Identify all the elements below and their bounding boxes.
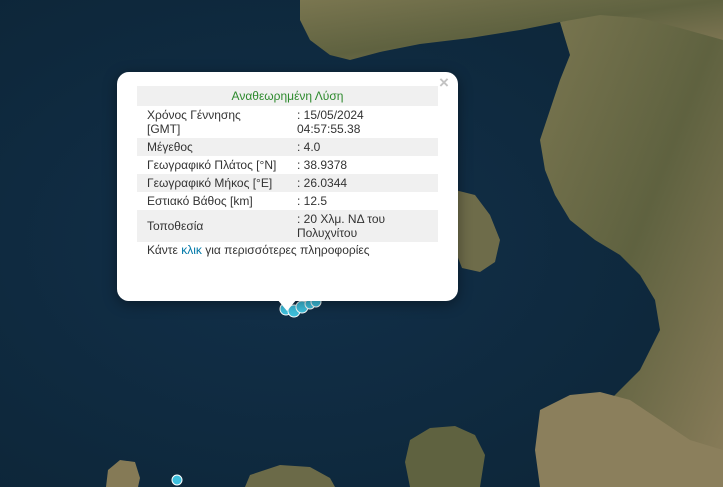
- note-prefix: Κάντε: [147, 243, 182, 257]
- row-value: : 4.0: [287, 138, 438, 156]
- table-row: Τοποθεσία : 20 Χλμ. ΝΔ του Πολυχνίτου: [137, 210, 438, 242]
- row-value: : 12.5: [297, 194, 328, 208]
- popup-tip: [277, 299, 297, 311]
- row-label: Μέγεθος: [137, 138, 287, 156]
- popup-header-row: Αναθεωρημένη Λύση: [137, 86, 438, 106]
- table-row: Εστιακό Βάθος [km] : 12.5: [137, 192, 438, 210]
- row-value: : 26.0344: [287, 174, 438, 192]
- more-info-note: Κάντε κλικ για περισσότερες πληροφορίες: [137, 243, 438, 257]
- row-label: Τοποθεσία: [137, 210, 287, 242]
- row-label: Χρόνος Γέννησης [GMT]: [147, 108, 241, 136]
- row-value: : 38.9378: [297, 158, 348, 172]
- table-row: Γεωγραφικό Πλάτος [°N] : 38.9378: [137, 156, 438, 174]
- row-label: Γεωγραφικό Μήκος [°E]: [137, 174, 287, 192]
- table-row: Χρόνος Γέννησης [GMT] : 15/05/2024 04:57…: [137, 106, 438, 138]
- close-icon[interactable]: ×: [436, 74, 452, 92]
- row-label: Γεωγραφικό Πλάτος [°N]: [147, 158, 277, 172]
- more-info-link[interactable]: κλικ: [181, 243, 202, 257]
- earthquake-details-table: Αναθεωρημένη Λύση Χρόνος Γέννησης [GMT] …: [137, 86, 438, 242]
- popup-header: Αναθεωρημένη Λύση: [137, 86, 438, 106]
- row-value: : 20 Χλμ. ΝΔ του Πολυχνίτου: [287, 210, 438, 242]
- earthquake-info-popup: × Αναθεωρημένη Λύση Χρόνος Γέννησης [GMT…: [117, 72, 458, 311]
- table-row: Μέγεθος : 4.0: [137, 138, 438, 156]
- note-suffix: για περισσότερες πληροφορίες: [201, 243, 370, 257]
- row-label: Εστιακό Βάθος [km]: [147, 194, 253, 208]
- table-row: Γεωγραφικό Μήκος [°E] : 26.0344: [137, 174, 438, 192]
- earthquake-marker[interactable]: [171, 474, 183, 486]
- row-value: : 15/05/2024 04:57:55.38: [297, 108, 364, 136]
